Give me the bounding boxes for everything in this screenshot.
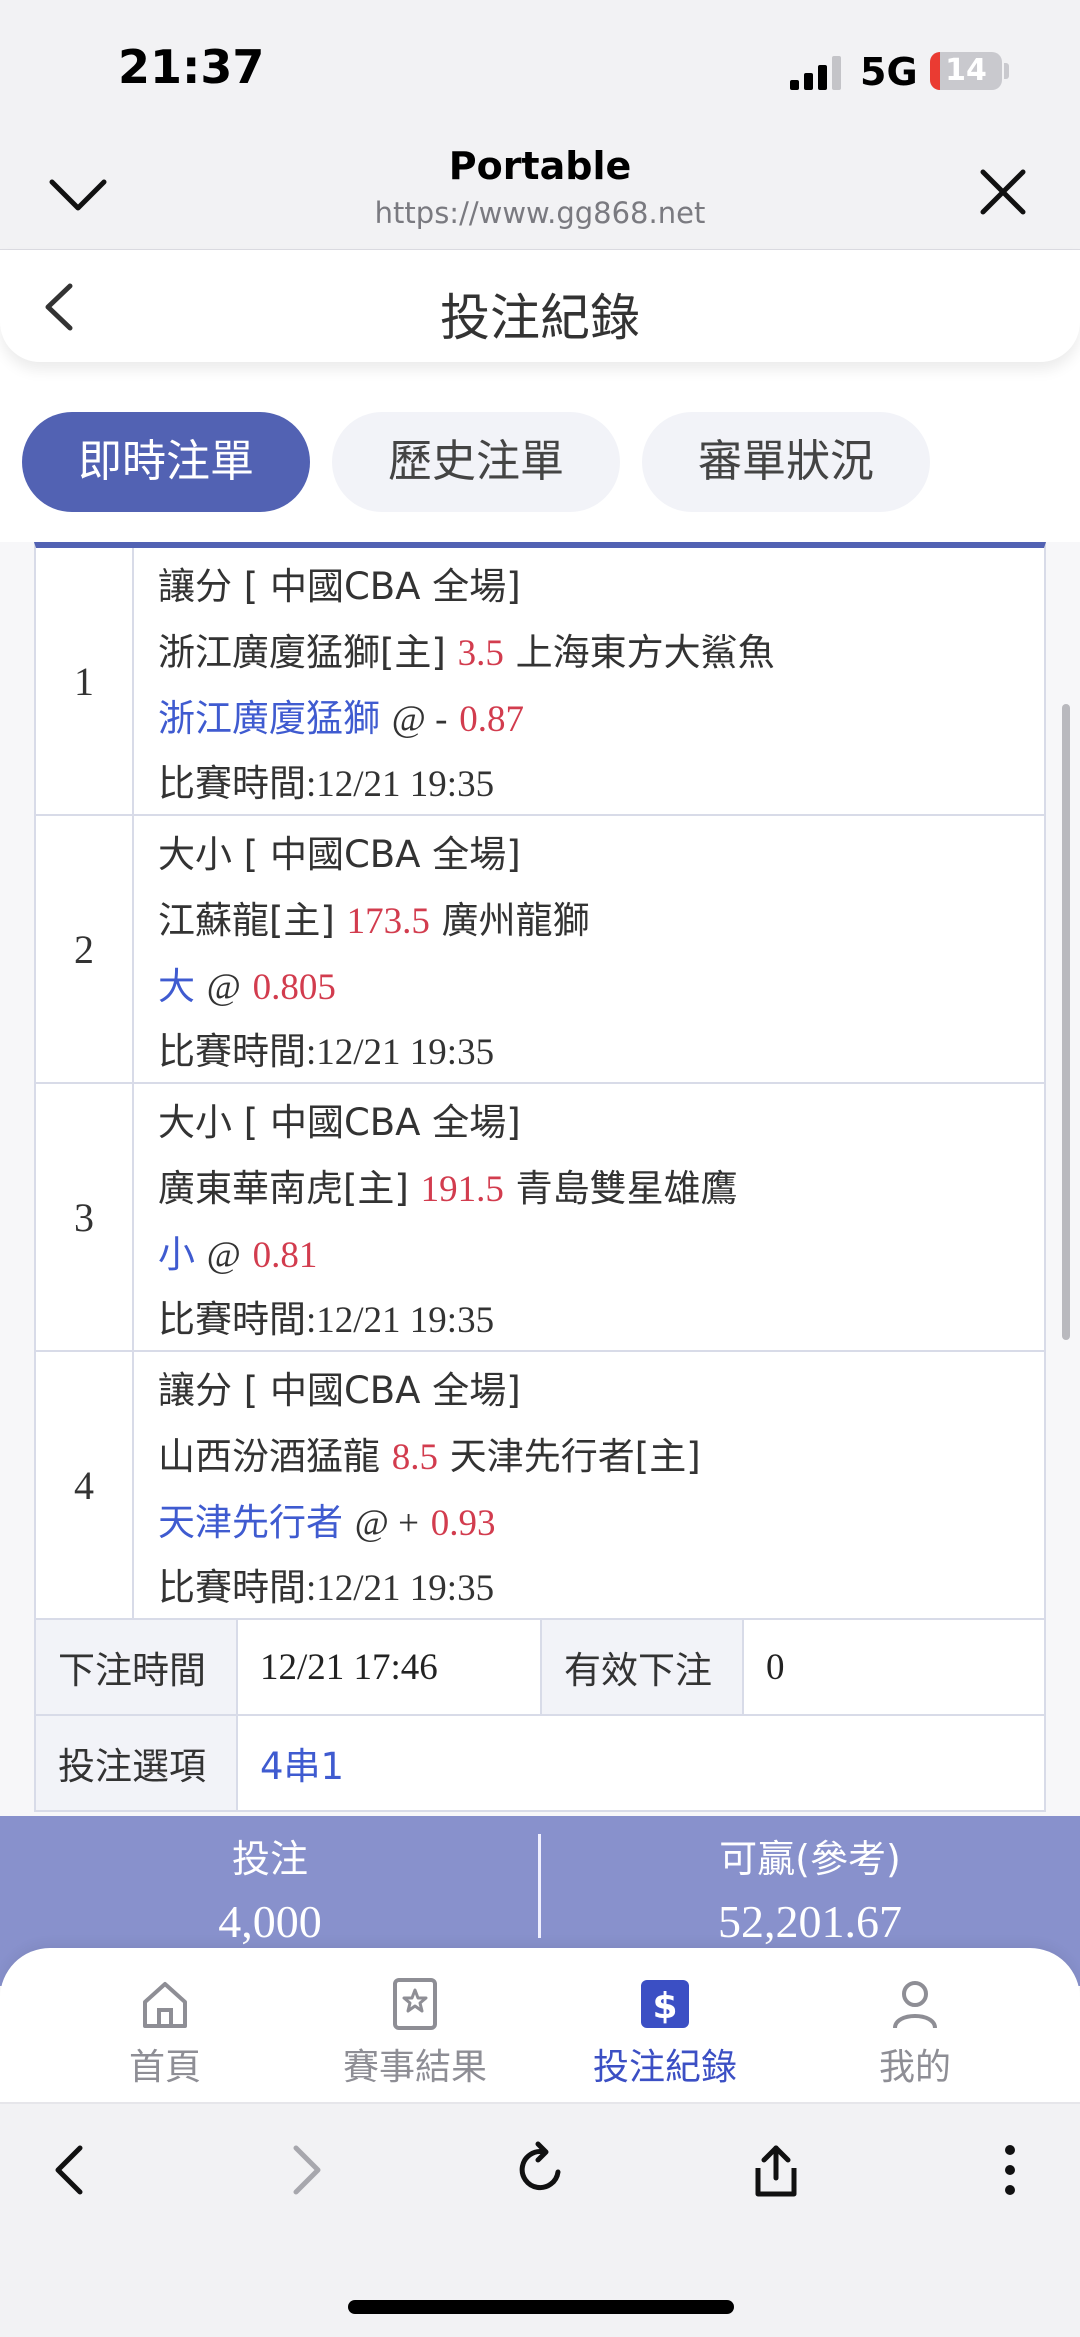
- home-team: 山西汾酒猛龍: [158, 1435, 380, 1478]
- nav-home[interactable]: 首頁: [40, 1976, 290, 2090]
- pick-selection: 天津先行者: [158, 1501, 343, 1544]
- leg-matchup: 浙江廣廈猛獅[主] 3.5 上海東方大鯊魚: [158, 620, 1044, 686]
- nav-profile-label: 我的: [878, 2047, 951, 2088]
- reload-icon[interactable]: [508, 2138, 572, 2202]
- home-team: 江蘇龍[主]: [158, 899, 335, 942]
- browser-title: Portable: [448, 144, 632, 188]
- away-team: 天津先行者[主]: [449, 1435, 701, 1478]
- bet-leg: 3 大小 [ 中國CBA 全場] 廣東華南虎[主] 191.5 青島雙星雄鷹 小…: [36, 1084, 1044, 1352]
- leg-matchup: 山西汾酒猛龍 8.5 天津先行者[主]: [158, 1424, 1044, 1490]
- parlay-bet-card: 1 讓分 [ 中國CBA 全場] 浙江廣廈猛獅[主] 3.5 上海東方大鯊魚 浙…: [34, 542, 1046, 1812]
- pick-selection: 大: [158, 965, 195, 1008]
- bet-time-value: 12/21 17:46: [238, 1620, 542, 1714]
- valid-bet-label: 有效下注: [542, 1620, 744, 1714]
- leg-pick: 大 @ 0.805: [158, 954, 1044, 1020]
- leg-odds: 0.93: [430, 1503, 496, 1544]
- network-type: 5G: [860, 50, 918, 94]
- share-icon[interactable]: [744, 2138, 808, 2202]
- pick-selection: 小: [158, 1233, 195, 1276]
- bet-option-value: 4串1: [260, 1745, 345, 1788]
- bet-option-label: 投注選項: [36, 1716, 238, 1810]
- battery-level: 14: [945, 53, 987, 88]
- leg-market: 大小 [ 中國CBA 全場]: [158, 833, 521, 876]
- leg-index: 1: [36, 548, 134, 814]
- nav-results-label: 賽事結果: [342, 2047, 487, 2088]
- home-team: 浙江廣廈猛獅[主]: [158, 631, 446, 674]
- away-team: 青島雙星雄鷹: [515, 1167, 738, 1210]
- home-icon: [143, 1982, 187, 2028]
- browser-forward-icon[interactable]: [272, 2138, 336, 2202]
- stake-label: 投注: [231, 1837, 308, 1881]
- star-badge-icon: [393, 1978, 437, 2030]
- dollar-icon: $: [641, 1980, 689, 2028]
- tab-live-bets[interactable]: 即時注單: [22, 412, 310, 512]
- leg-odds: 0.805: [252, 967, 336, 1008]
- close-icon[interactable]: [975, 164, 1031, 220]
- match-time: 比賽時間:12/21 19:35: [158, 1568, 495, 1609]
- bet-record-content: 1 讓分 [ 中國CBA 全場] 浙江廣廈猛獅[主] 3.5 上海東方大鯊魚 浙…: [0, 542, 1080, 1816]
- bet-time-label: 下注時間: [36, 1620, 238, 1714]
- home-indicator: [348, 2300, 734, 2314]
- nav-bet-records-label: 投注紀錄: [592, 2047, 737, 2088]
- browser-header: Portable https://www.gg868.net: [0, 140, 1080, 250]
- away-team: 廣州龍獅: [441, 899, 590, 942]
- more-options-icon[interactable]: [978, 2138, 1042, 2202]
- bet-leg: 4 讓分 [ 中國CBA 全場] 山西汾酒猛龍 8.5 天津先行者[主] 天津先…: [36, 1352, 1044, 1620]
- handicap-line: 173.5: [346, 901, 430, 942]
- nav-profile[interactable]: 我的: [790, 1976, 1040, 2090]
- browser-url[interactable]: https://www.gg868.net: [0, 196, 1080, 230]
- tab-review-status[interactable]: 審單狀況: [642, 412, 930, 512]
- at-sign: @: [206, 1235, 241, 1276]
- bet-leg: 2 大小 [ 中國CBA 全場] 江蘇龍[主] 173.5 廣州龍獅 大 @ 0…: [36, 816, 1044, 1084]
- nav-home-label: 首頁: [128, 2047, 201, 2088]
- leg-matchup: 廣東華南虎[主] 191.5 青島雙星雄鷹: [158, 1156, 1044, 1222]
- at-sign: @ -: [391, 699, 448, 740]
- person-icon: [893, 1981, 937, 2029]
- bet-time-row: 下注時間 12/21 17:46 有效下注 0: [36, 1620, 1044, 1716]
- leg-pick: 浙江廣廈猛獅 @ - 0.87: [158, 686, 1044, 752]
- battery-icon: 14: [930, 52, 1002, 90]
- status-time: 21:37: [118, 40, 265, 94]
- potential-win-label: 可贏(參考): [719, 1837, 901, 1881]
- page-header: 投注紀錄: [0, 250, 1080, 362]
- handicap-line: 3.5: [457, 633, 504, 674]
- status-bar: 21:37 5G 14: [0, 0, 1080, 140]
- away-team: 上海東方大鯊魚: [515, 631, 775, 674]
- valid-bet-value: 0: [766, 1646, 785, 1688]
- scrollbar[interactable]: [1062, 704, 1070, 1340]
- leg-index: 2: [36, 816, 134, 1082]
- tab-history-bets[interactable]: 歷史注單: [332, 412, 620, 512]
- leg-market: 讓分 [ 中國CBA 全場]: [158, 1369, 521, 1412]
- leg-matchup: 江蘇龍[主] 173.5 廣州龍獅: [158, 888, 1044, 954]
- handicap-line: 191.5: [420, 1169, 504, 1210]
- page-title: 投注紀錄: [440, 289, 640, 347]
- leg-pick: 天津先行者 @ + 0.93: [158, 1490, 1044, 1556]
- browser-back-icon[interactable]: [40, 2138, 104, 2202]
- cellular-signal-icon: [790, 56, 841, 90]
- leg-pick: 小 @ 0.81: [158, 1222, 1044, 1288]
- home-team: 廣東華南虎[主]: [158, 1167, 409, 1210]
- stake-value: 4,000: [218, 1896, 322, 1947]
- bet-leg: 1 讓分 [ 中國CBA 全場] 浙江廣廈猛獅[主] 3.5 上海東方大鯊魚 浙…: [36, 548, 1044, 816]
- leg-odds: 0.81: [252, 1235, 318, 1276]
- potential-win-value: 52,201.67: [718, 1896, 902, 1947]
- tab-bar: 即時注單 歷史注單 審單狀況: [0, 362, 1080, 542]
- leg-odds: 0.87: [459, 699, 524, 740]
- match-time: 比賽時間:12/21 19:35: [158, 1032, 495, 1073]
- nav-bet-records[interactable]: $ 投注紀錄: [540, 1976, 790, 2090]
- bottom-navigation: 首頁 賽事結果 $ 投注紀錄 我的: [0, 1948, 1080, 2104]
- leg-index: 4: [36, 1352, 134, 1618]
- pick-selection: 浙江廣廈猛獅: [158, 697, 380, 740]
- bet-option-row: 投注選項 4串1: [36, 1716, 1044, 1812]
- leg-market: 讓分 [ 中國CBA 全場]: [158, 565, 521, 608]
- svg-text:$: $: [652, 1986, 677, 2027]
- nav-results[interactable]: 賽事結果: [290, 1976, 540, 2090]
- at-sign: @: [206, 967, 241, 1008]
- match-time: 比賽時間:12/21 19:35: [158, 764, 495, 805]
- leg-market: 大小 [ 中國CBA 全場]: [158, 1101, 521, 1144]
- leg-index: 3: [36, 1084, 134, 1350]
- match-time: 比賽時間:12/21 19:35: [158, 1300, 495, 1341]
- at-sign: @ +: [354, 1503, 419, 1544]
- handicap-line: 8.5: [391, 1437, 439, 1478]
